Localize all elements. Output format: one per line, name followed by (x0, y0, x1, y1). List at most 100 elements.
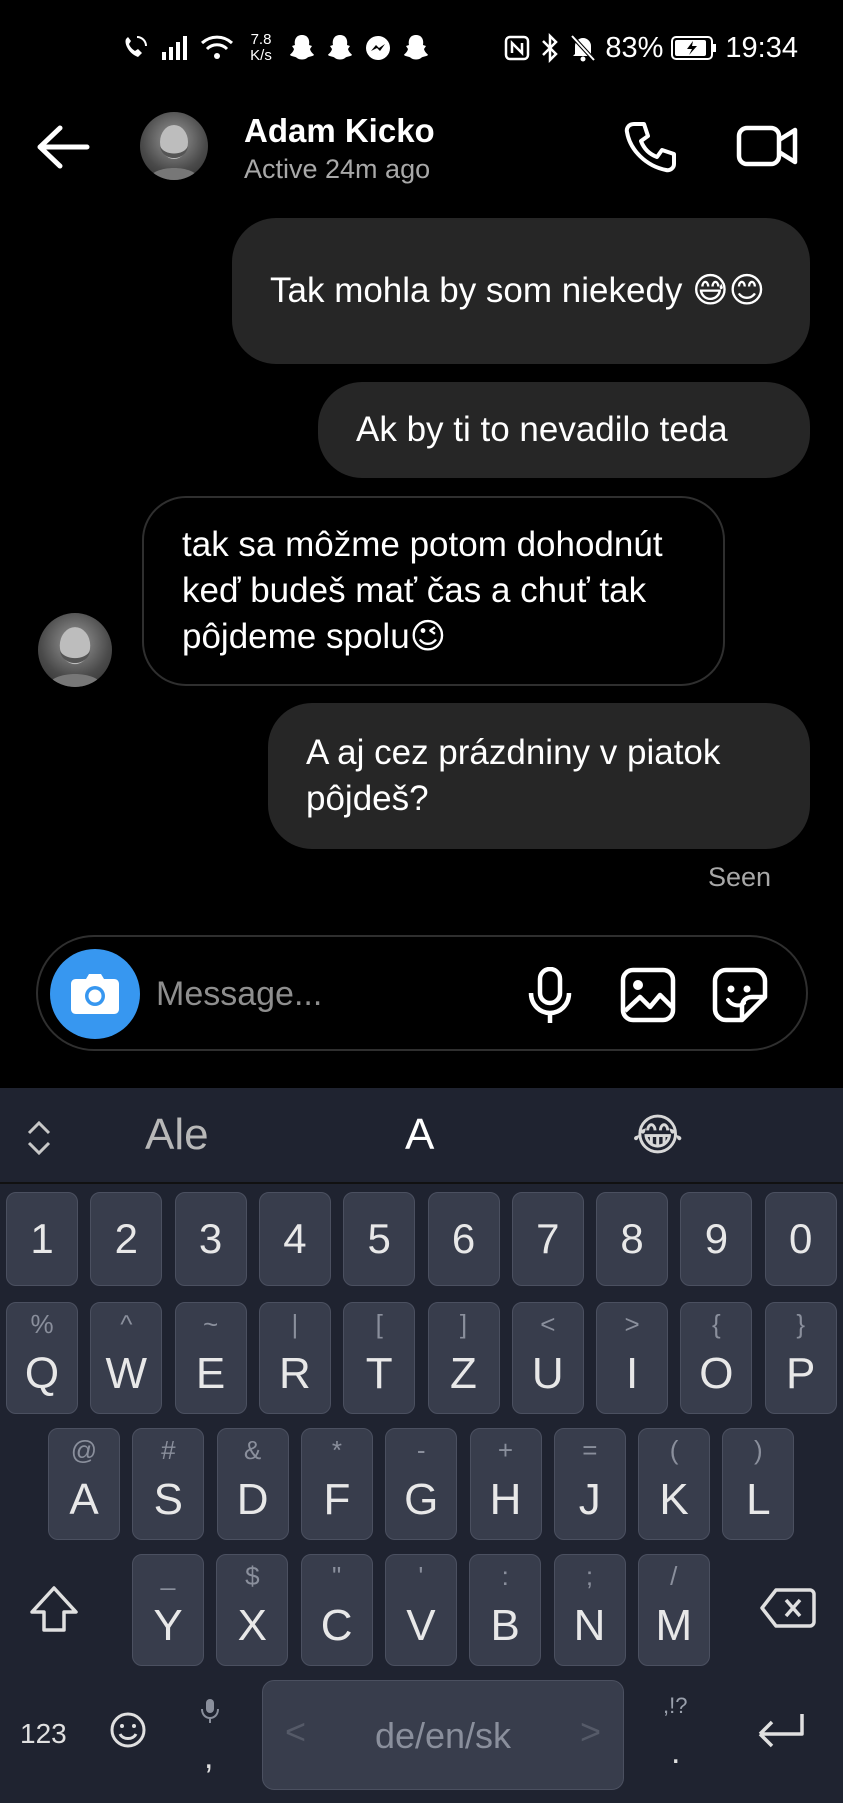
key-label: N (573, 1601, 606, 1650)
contact-name[interactable]: Adam Kicko (244, 112, 435, 150)
key-label: P (786, 1349, 816, 1398)
keyboard: Ale A 😂 1 2 3 4 5 6 7 8 9 0% Q ^ W ~ E | R[T] Z < U > I{O} P @ A… (0, 1088, 843, 1803)
status-right: 83% 19:34 (503, 28, 798, 68)
message-incoming[interactable]: tak sa môžme potom dohodnút keď budeš ma… (142, 496, 725, 686)
camera-button[interactable] (50, 949, 140, 1039)
key-label: I (625, 1349, 639, 1398)
key[interactable]: 6 (427, 1192, 500, 1286)
key[interactable]: 7 (511, 1192, 584, 1286)
key[interactable]: # S (132, 1428, 205, 1540)
nfc-icon (505, 35, 530, 61)
key-label: D (236, 1475, 269, 1524)
key[interactable]: = J (553, 1428, 626, 1540)
key[interactable]: > I (596, 1302, 669, 1414)
sticker-icon[interactable] (712, 967, 768, 1023)
status-left: 7.8 K/s (120, 28, 430, 68)
key-label: V (406, 1601, 436, 1650)
key[interactable]: % Q (6, 1302, 78, 1414)
key-label: W (105, 1349, 148, 1398)
comma-key[interactable]: , (190, 1698, 230, 1788)
phone-icon[interactable] (620, 116, 680, 176)
key[interactable]: (K (638, 1428, 711, 1540)
key-label: 6 (451, 1215, 476, 1262)
key-label: U (531, 1349, 564, 1398)
back-arrow-icon[interactable] (32, 122, 92, 172)
key[interactable]: } P (764, 1302, 837, 1414)
key[interactable]: 9 (680, 1192, 753, 1286)
key[interactable]: & D (216, 1428, 289, 1540)
key[interactable]: ~ E (174, 1302, 247, 1414)
microphone-icon[interactable] (526, 967, 574, 1025)
key-label: A (69, 1475, 99, 1524)
key[interactable]: 8 (596, 1192, 669, 1286)
key[interactable]: 4 (258, 1192, 331, 1286)
key[interactable]: ) L (722, 1428, 795, 1540)
microphone-icon (201, 1699, 219, 1723)
key[interactable]: ^ W (90, 1302, 163, 1414)
suggestion-item[interactable]: 😂 (632, 1110, 683, 1161)
key[interactable]: + H (469, 1428, 542, 1540)
gallery-icon[interactable] (620, 967, 676, 1023)
backspace-icon[interactable] (760, 1586, 816, 1630)
emoji-icon[interactable] (108, 1710, 148, 1750)
key-label: 9 (704, 1215, 729, 1262)
battery-charging-icon (671, 36, 717, 60)
key[interactable]: 2 (90, 1192, 163, 1286)
bluetooth-icon (542, 33, 559, 63)
key-alt-label: > (624, 1309, 640, 1339)
key-label: 1 (30, 1215, 54, 1262)
key[interactable]: * F (300, 1428, 373, 1540)
key[interactable]: [T (343, 1302, 416, 1414)
suggestion-item[interactable]: A (405, 1110, 434, 1160)
key-alt-label: < (540, 1309, 556, 1339)
message-outgoing[interactable]: Ak by ti to nevadilo teda (318, 382, 810, 478)
key-label: X (237, 1601, 267, 1650)
key-alt-label: ' (418, 1561, 424, 1591)
message-outgoing[interactable]: Tak mohla by som niekedy 😅😊 (232, 218, 810, 364)
message-input[interactable] (156, 967, 456, 1021)
key-label: Y (153, 1601, 183, 1650)
numbers-key[interactable]: 123 (20, 1718, 67, 1750)
key[interactable]: 3 (174, 1192, 247, 1286)
key-alt-label: # (161, 1435, 176, 1465)
key-alt-label: ~ (203, 1309, 219, 1339)
key[interactable]: / M (637, 1554, 710, 1666)
key-label: 2 (114, 1215, 138, 1262)
key[interactable]: ' V (384, 1554, 457, 1666)
enter-icon[interactable] (752, 1710, 808, 1754)
key[interactable]: ] Z (427, 1302, 500, 1414)
wifi-calling-icon (125, 36, 147, 57)
key-label: B (490, 1601, 520, 1650)
key[interactable]: {O (680, 1302, 753, 1414)
messenger-icon (366, 36, 390, 60)
avatar[interactable] (38, 613, 112, 687)
suggestion-item[interactable]: Ale (145, 1110, 209, 1160)
key[interactable]: :B (469, 1554, 542, 1666)
key-label: S (153, 1475, 183, 1524)
message-outgoing[interactable]: A aj cez prázdniny v piatok pôjdeš? (268, 703, 810, 849)
space-bar[interactable]: < de/en/sk > (262, 1680, 624, 1790)
expand-toggle-icon[interactable] (22, 1118, 56, 1158)
key[interactable]: -G (385, 1428, 458, 1540)
key[interactable]: " C (300, 1554, 373, 1666)
period-key[interactable]: ,!? . (655, 1693, 695, 1783)
key-label: Q (24, 1349, 60, 1398)
key-alt-label: ( (669, 1435, 679, 1465)
key-alt-label: : (501, 1561, 509, 1591)
video-call-icon[interactable] (735, 118, 799, 174)
key[interactable]: 1 (6, 1192, 78, 1286)
snapchat-icon (404, 35, 428, 60)
avatar[interactable] (140, 112, 208, 180)
key[interactable]: 0 (764, 1192, 837, 1286)
key[interactable]: < U (511, 1302, 584, 1414)
key[interactable]: @ A (48, 1428, 120, 1540)
key[interactable]: | R (258, 1302, 331, 1414)
key[interactable]: $ X (216, 1554, 289, 1666)
key[interactable]: 5 (343, 1192, 416, 1286)
shift-icon[interactable] (24, 1580, 84, 1640)
period-label: . (671, 1733, 681, 1771)
key-label: 4 (283, 1215, 307, 1262)
key-alt-label: ; (585, 1561, 594, 1591)
key[interactable]: _ Y (132, 1554, 204, 1666)
key[interactable]: ; N (553, 1554, 626, 1666)
